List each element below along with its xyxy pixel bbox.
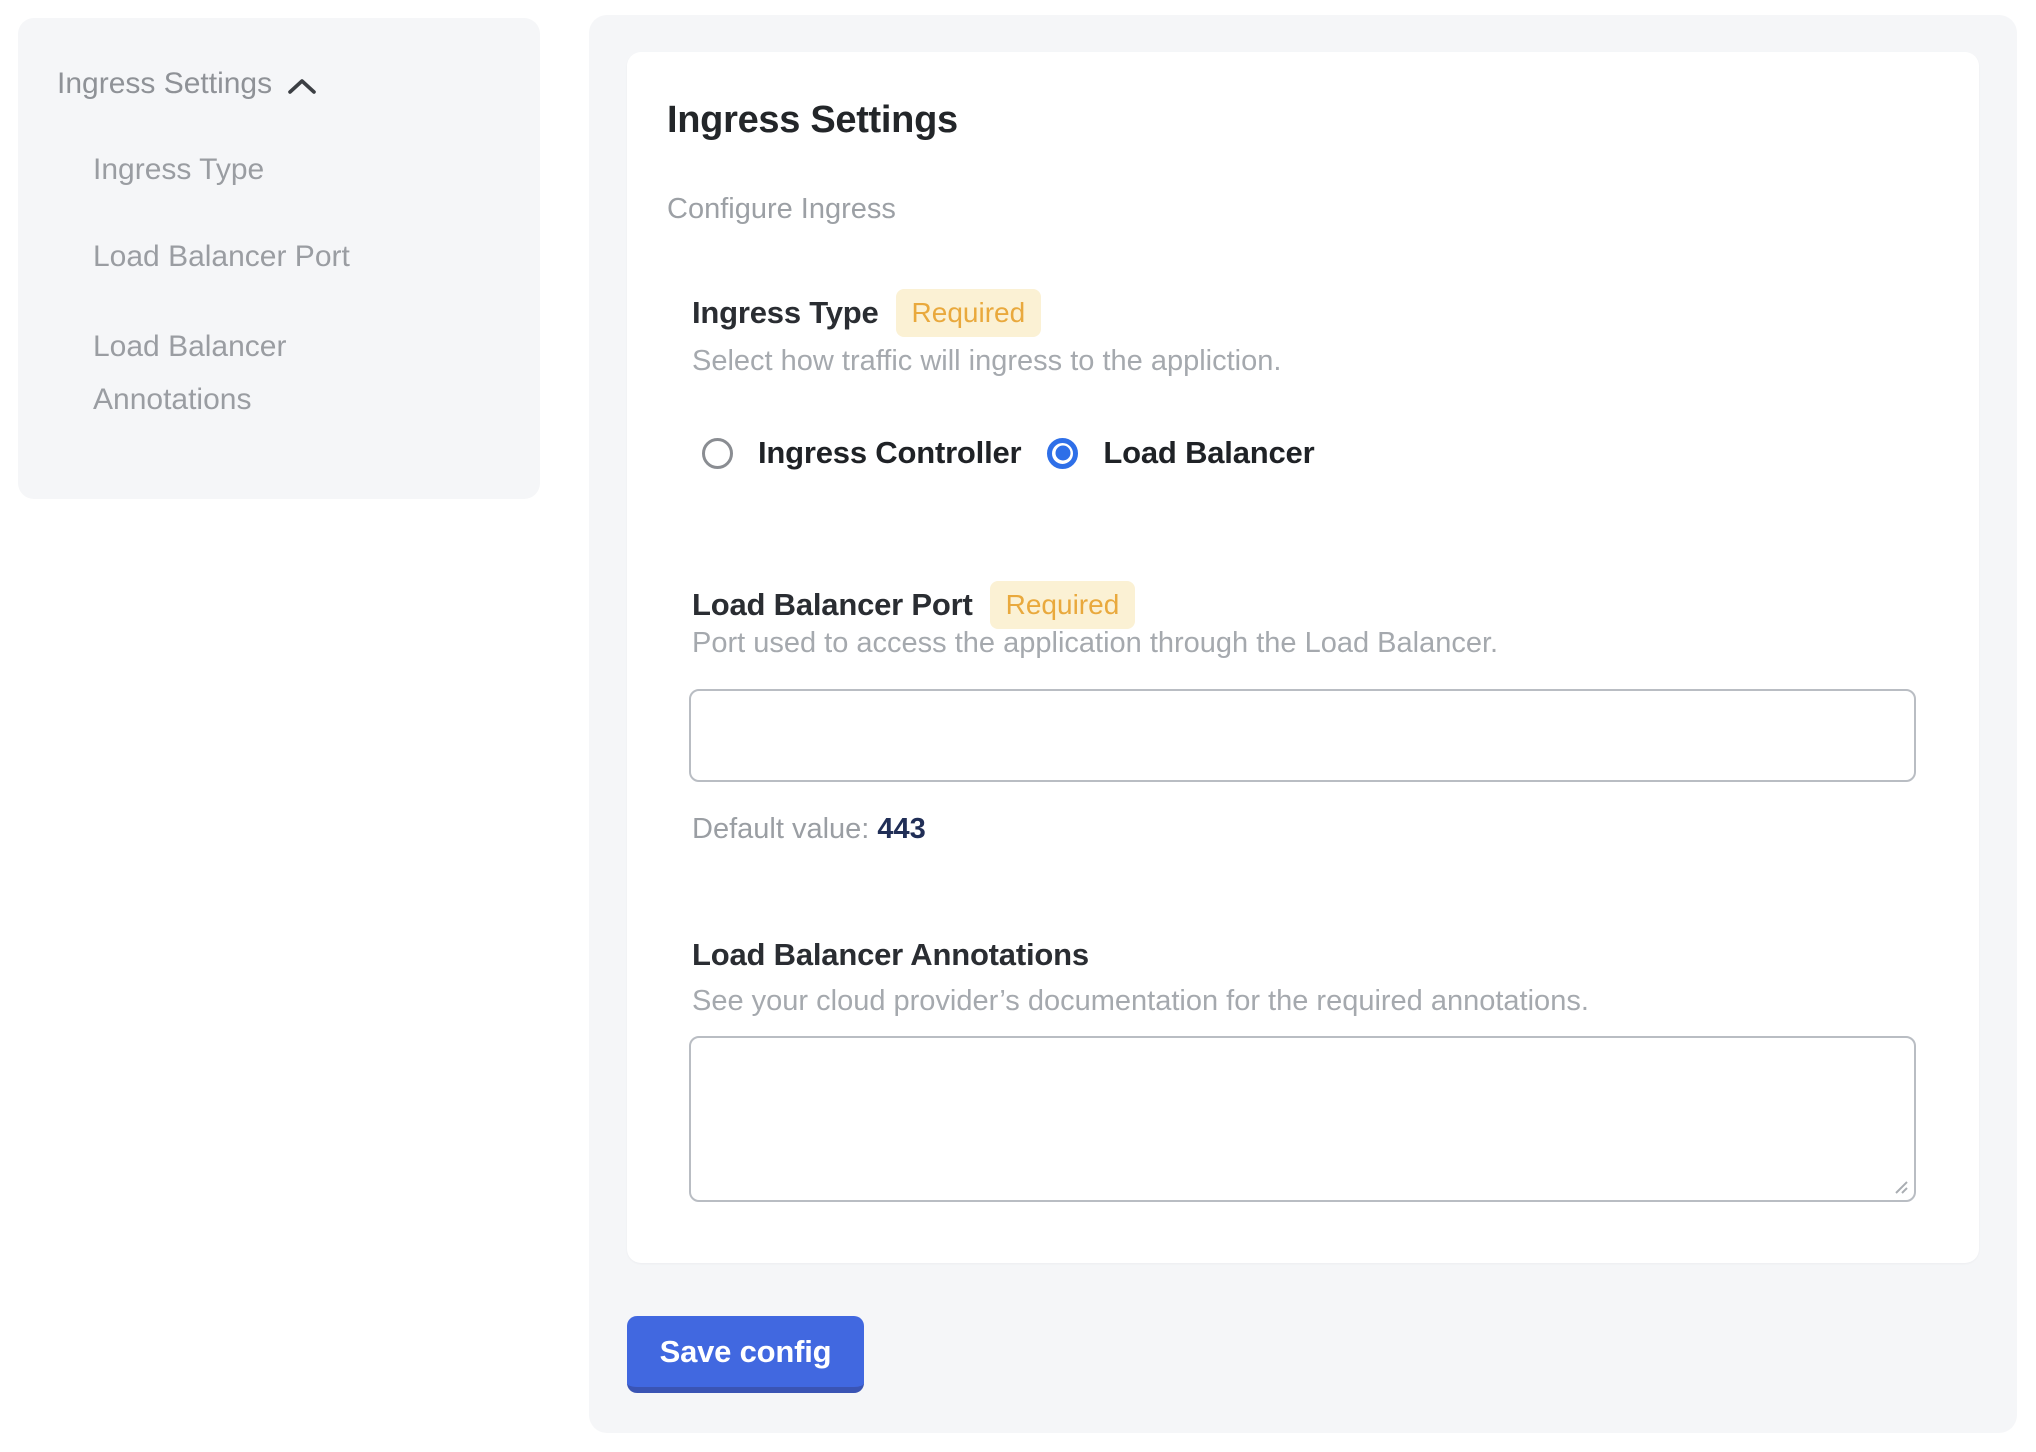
ingress-type-header: Ingress Type Required	[692, 289, 1041, 337]
page-title: Ingress Settings	[667, 99, 958, 142]
save-config-button[interactable]: Save config	[627, 1316, 864, 1393]
radio-circle-icon	[702, 438, 733, 469]
sidebar-group-label: Ingress Settings	[57, 62, 272, 106]
load-balancer-annotations-header: Load Balancer Annotations	[692, 937, 1089, 973]
ingress-type-label: Ingress Type	[692, 295, 879, 331]
radio-label: Ingress Controller	[758, 435, 1021, 471]
default-value: 443	[877, 813, 925, 845]
load-balancer-port-label: Load Balancer Port	[692, 587, 973, 623]
page-subtitle: Configure Ingress	[667, 193, 896, 226]
sidebar-item-load-balancer-annotations[interactable]: Load Balancer Annotations	[93, 320, 433, 426]
sidebar-item-load-balancer-port[interactable]: Load Balancer Port	[93, 235, 350, 279]
ingress-type-radio-group: Ingress Controller Load Balancer	[702, 435, 1314, 471]
radio-circle-icon	[1047, 438, 1078, 469]
load-balancer-port-input[interactable]	[689, 689, 1916, 782]
load-balancer-port-description: Port used to access the application thro…	[692, 627, 1498, 660]
default-value-label: Default value:	[692, 813, 869, 845]
required-badge: Required	[896, 289, 1042, 337]
ingress-settings-card: Ingress Settings Configure Ingress Ingre…	[627, 52, 1979, 1263]
ingress-type-description: Select how traffic will ingress to the a…	[692, 345, 1281, 378]
required-badge: Required	[990, 581, 1136, 629]
radio-label: Load Balancer	[1103, 435, 1314, 471]
sidebar: Ingress Settings Ingress Type Load Balan…	[18, 18, 540, 499]
chevron-up-icon	[286, 76, 318, 96]
sidebar-item-ingress-type[interactable]: Ingress Type	[93, 148, 264, 192]
resize-handle-icon[interactable]	[1890, 1176, 1910, 1196]
load-balancer-annotations-description: See your cloud provider’s documentation …	[692, 985, 1589, 1018]
radio-ingress-controller[interactable]: Ingress Controller	[702, 435, 1021, 471]
sidebar-item-ingress-settings[interactable]: Ingress Settings	[57, 62, 318, 106]
radio-load-balancer[interactable]: Load Balancer	[1047, 435, 1314, 471]
load-balancer-annotations-textarea[interactable]	[689, 1036, 1916, 1202]
annotations-textarea-wrap	[689, 1036, 1916, 1202]
load-balancer-annotations-label: Load Balancer Annotations	[692, 937, 1089, 973]
default-value-line: Default value:443	[692, 813, 926, 846]
load-balancer-port-header: Load Balancer Port Required	[692, 581, 1135, 629]
